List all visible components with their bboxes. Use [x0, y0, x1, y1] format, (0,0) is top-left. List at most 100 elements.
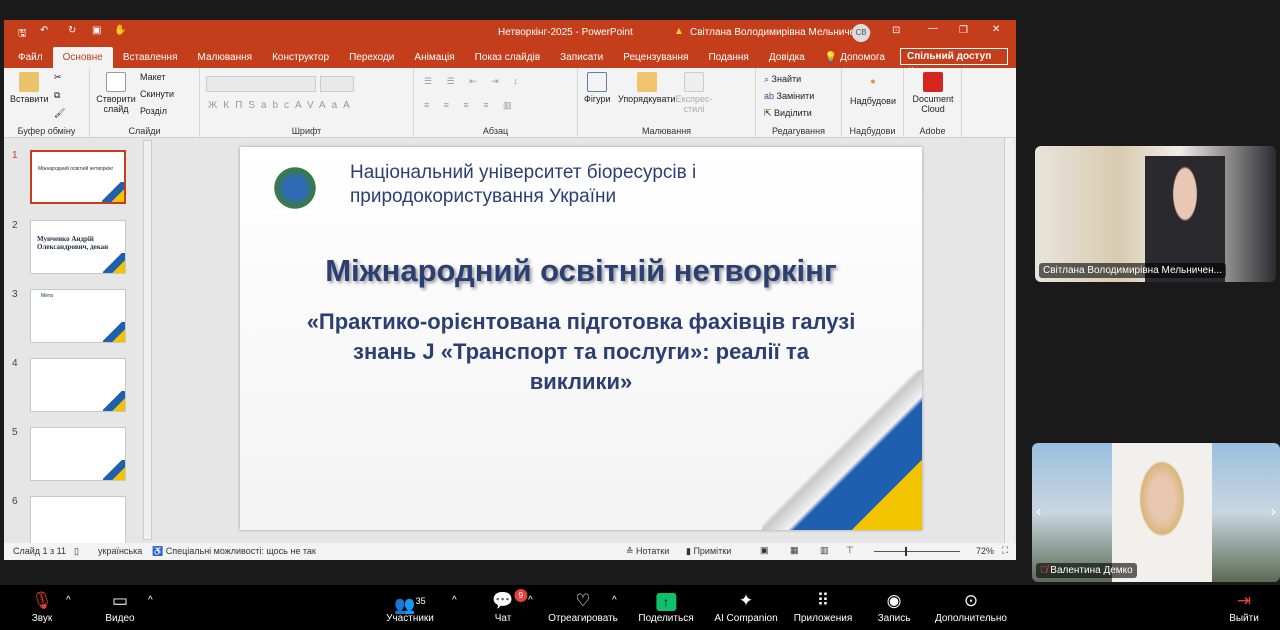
comments-button[interactable]: ▮ Примітки: [686, 546, 731, 557]
select-button[interactable]: ⇱ Виділити: [764, 108, 812, 119]
slide-sorter-icon[interactable]: ▦: [790, 545, 799, 556]
leave-button[interactable]: ⇥ Выйти: [1229, 589, 1259, 624]
font-format-buttons[interactable]: ЖКПSabcAVAaA: [208, 100, 356, 111]
language-indicator[interactable]: українська: [98, 546, 142, 556]
reset-button[interactable]: Скинути: [140, 89, 174, 99]
section-button[interactable]: Розділ: [140, 106, 167, 116]
zoom-level[interactable]: 72%: [976, 546, 994, 556]
spellcheck-icon[interactable]: ▯: [74, 546, 79, 557]
share-screen-label: Поделиться: [638, 613, 694, 624]
minimize-icon[interactable]: —: [928, 23, 938, 34]
tab-file[interactable]: Файл: [8, 47, 53, 68]
tab-help[interactable]: Довідка: [759, 47, 815, 68]
participant-name: Валентина Демко: [1050, 565, 1133, 576]
share-screen-button[interactable]: ↑ Поделиться: [638, 589, 694, 624]
previous-page-icon[interactable]: ‹: [1036, 503, 1041, 521]
record-button[interactable]: ◉ Запись: [878, 589, 911, 624]
new-slide-button[interactable]: Створити слайд: [96, 72, 136, 114]
font-size-select[interactable]: [320, 76, 354, 92]
react-button[interactable]: ♡ Отреагировать: [548, 589, 618, 624]
zoom-slider[interactable]: [874, 547, 960, 556]
participant-video-tile[interactable]: Світлана Володимирівна Мельничен...: [1035, 146, 1276, 282]
addins-button[interactable]: ● Надбудови: [848, 76, 898, 106]
tab-draw[interactable]: Малювання: [188, 47, 263, 68]
drawing-label: Малювання: [641, 126, 692, 136]
find-button[interactable]: ⌕ Знайти: [764, 74, 801, 85]
fit-slide-icon[interactable]: ⛶: [1002, 545, 1008, 556]
redo-icon[interactable]: ↻: [68, 25, 76, 36]
apps-button[interactable]: ⠿ Приложения: [794, 589, 853, 624]
audio-options-caret[interactable]: ^: [66, 595, 71, 606]
close-icon[interactable]: ✕: [992, 24, 1000, 35]
video-button[interactable]: ▭ Видео: [105, 589, 134, 624]
sparkle-icon: ✦: [738, 591, 754, 610]
document-cloud-button[interactable]: Document Cloud: [908, 72, 958, 114]
audio-button[interactable]: 🎙 Звук: [31, 589, 53, 624]
share-button[interactable]: Спільний доступ ⌄: [900, 48, 1008, 73]
undo-icon[interactable]: ↶: [40, 25, 48, 36]
copy-icon[interactable]: ⧉: [54, 90, 60, 101]
paste-button[interactable]: Вставити: [10, 72, 49, 104]
slide-canvas[interactable]: Національний університет біоресурсів і п…: [240, 147, 922, 530]
save-icon[interactable]: 🖫: [18, 26, 27, 43]
shapes-label: Фігури: [584, 94, 611, 104]
tab-design[interactable]: Конструктор: [262, 47, 339, 68]
tab-view[interactable]: Подання: [698, 47, 758, 68]
select-label: Виділити: [774, 108, 812, 118]
tab-home[interactable]: Основне: [52, 47, 113, 68]
tab-animations[interactable]: Анімація: [404, 47, 464, 68]
slide-thumbnail[interactable]: Міжнародний освітній нетворкінг: [30, 150, 126, 204]
thumbnails-scrollbar[interactable]: [143, 140, 152, 540]
slide-thumbnail[interactable]: [30, 427, 126, 481]
restore-icon[interactable]: ❐: [959, 25, 968, 36]
slide-thumbnail[interactable]: [30, 358, 126, 412]
paragraph-label: Абзац: [482, 126, 509, 136]
ai-companion-button[interactable]: ✦ AI Companion: [714, 589, 777, 624]
touch-mode-icon[interactable]: ✋: [114, 25, 126, 36]
tab-tell-me[interactable]: 💡 Допомога: [815, 47, 895, 68]
tab-transitions[interactable]: Переходи: [339, 47, 404, 68]
tab-record[interactable]: Записати: [550, 47, 613, 68]
video-options-caret[interactable]: ^: [148, 595, 153, 606]
tab-review[interactable]: Рецензування: [613, 47, 698, 68]
slide-scrollbar[interactable]: [1004, 138, 1014, 543]
participant-video-tile[interactable]: ‹ › 🎙̸ Валентина Демко: [1032, 443, 1280, 582]
quick-styles-icon: [684, 72, 704, 92]
align-buttons[interactable]: ≡ ≡ ≡ ≡ ▥: [424, 100, 518, 111]
replace-button[interactable]: ab Замінити: [764, 91, 814, 101]
format-painter-icon[interactable]: 🖌: [54, 108, 65, 119]
tab-insert[interactable]: Вставлення: [113, 47, 188, 68]
arrange-icon: [636, 72, 657, 92]
participants-options-caret[interactable]: ^: [452, 595, 457, 606]
slide-thumbnail[interactable]: Мета: [30, 289, 126, 343]
reading-view-icon[interactable]: ▥: [820, 545, 829, 556]
chat-options-caret[interactable]: ^: [528, 595, 533, 606]
shapes-button[interactable]: Фігури: [584, 72, 611, 104]
audio-label: Звук: [31, 613, 53, 624]
slideshow-icon[interactable]: ▣: [92, 25, 101, 36]
normal-view-icon[interactable]: ▣: [760, 545, 769, 556]
university-logo: [272, 163, 318, 213]
quick-styles-button[interactable]: Експрес-стилі: [674, 72, 714, 114]
slide-thumbnail[interactable]: [30, 496, 126, 550]
slide-thumbnail[interactable]: Мунченко Андрій Олександрович, декан: [30, 220, 126, 274]
slideshow-view-icon[interactable]: ⊤: [846, 545, 854, 556]
participant-name: Світлана Володимирівна Мельничен...: [1039, 263, 1226, 278]
chat-button[interactable]: 💬 9 Чат: [492, 589, 528, 624]
cut-icon[interactable]: ✂: [54, 72, 62, 83]
layout-button[interactable]: Макет: [140, 72, 165, 82]
notes-button[interactable]: ≙ Нотатки: [626, 546, 669, 557]
next-page-icon[interactable]: ›: [1271, 503, 1276, 521]
react-options-caret[interactable]: ^: [612, 595, 617, 606]
accessibility-button[interactable]: ♿ Спеціальні можливості: щось не так: [152, 546, 316, 557]
participants-button[interactable]: 👥35 Участники: [386, 589, 434, 624]
tab-slideshow[interactable]: Показ слайдів: [465, 47, 551, 68]
font-family-select[interactable]: [206, 76, 316, 92]
ribbon-display-icon[interactable]: ⊡: [892, 25, 900, 36]
arrange-button[interactable]: Упорядкувати: [618, 72, 675, 104]
video-label: Видео: [105, 613, 135, 624]
user-avatar[interactable]: СВ: [852, 24, 870, 42]
list-buttons[interactable]: ☰ ☰ ⇤ ⇥ ↕: [424, 76, 524, 87]
more-button[interactable]: ⊙ Дополнительно: [935, 589, 1007, 624]
zoom-slider-thumb[interactable]: [904, 547, 907, 556]
